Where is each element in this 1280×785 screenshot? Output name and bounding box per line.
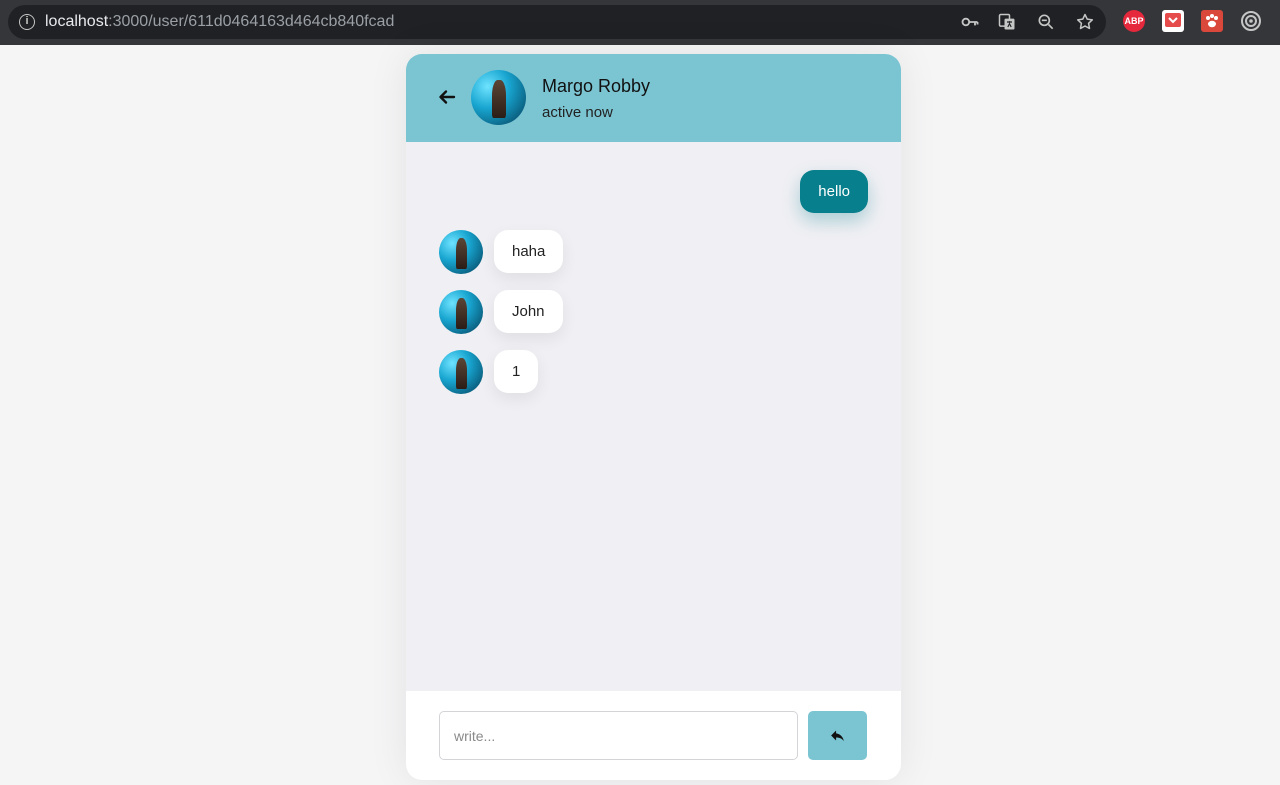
chat-window: Margo Robby active now hello haha John 1 bbox=[406, 54, 901, 780]
message-input[interactable] bbox=[439, 711, 798, 760]
pocket-icon[interactable] bbox=[1162, 10, 1184, 32]
extension-paw-icon[interactable] bbox=[1201, 10, 1223, 32]
chat-header: Margo Robby active now bbox=[406, 54, 901, 142]
back-arrow-icon[interactable] bbox=[437, 87, 457, 107]
bookmark-star-icon[interactable] bbox=[1075, 12, 1095, 32]
message-avatar bbox=[439, 230, 483, 274]
url-path: :3000/user/611d0464163d464cb840fcad bbox=[108, 13, 395, 30]
profile-target-icon[interactable] bbox=[1240, 10, 1262, 32]
reply-send-icon bbox=[831, 730, 844, 742]
zoom-out-icon[interactable] bbox=[1036, 12, 1056, 32]
browser-toolbar: i localhost:3000/user/611d0464163d464cb8… bbox=[0, 0, 1280, 45]
incoming-message: haha bbox=[494, 230, 564, 273]
message-avatar bbox=[439, 350, 483, 394]
outgoing-message: hello bbox=[800, 170, 868, 213]
url-host: localhost bbox=[45, 13, 109, 30]
site-info-icon[interactable]: i bbox=[19, 14, 35, 30]
incoming-message: John bbox=[494, 290, 563, 333]
url-text[interactable]: localhost:3000/user/611d0464163d464cb840… bbox=[45, 13, 394, 31]
key-icon[interactable] bbox=[960, 12, 980, 32]
contact-status: active now bbox=[542, 104, 613, 121]
send-button[interactable] bbox=[808, 711, 867, 760]
address-bar[interactable]: i localhost:3000/user/611d0464163d464cb8… bbox=[8, 5, 1106, 39]
contact-avatar bbox=[471, 70, 526, 125]
message-composer bbox=[406, 691, 901, 780]
message-avatar bbox=[439, 290, 483, 334]
translate-icon[interactable] bbox=[997, 12, 1017, 32]
adblock-plus-icon[interactable]: ABP bbox=[1123, 10, 1145, 32]
contact-name: Margo Robby bbox=[542, 76, 651, 96]
incoming-message: 1 bbox=[494, 350, 539, 393]
